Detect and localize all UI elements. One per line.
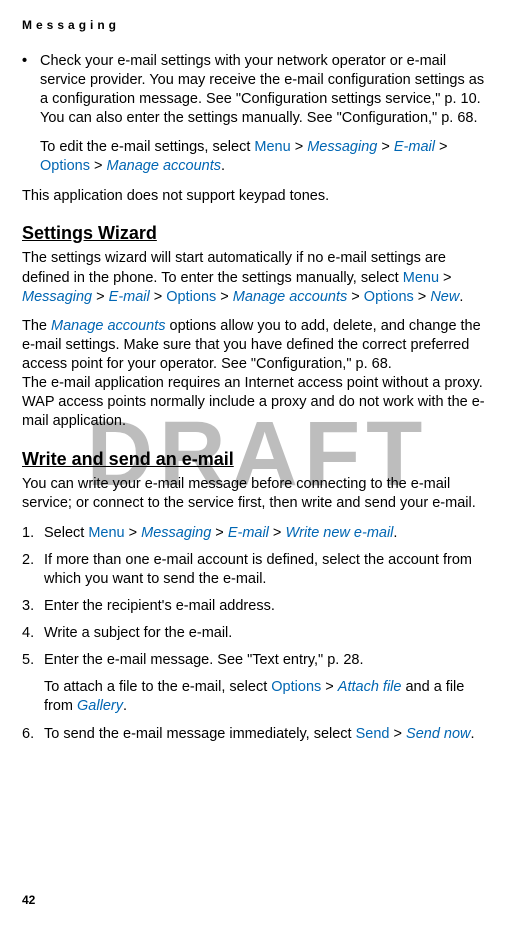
text: To attach a file to the e-mail, select: [44, 679, 271, 695]
bullet-marker: •: [22, 52, 40, 129]
text: >: [150, 289, 167, 305]
list-item: 5. Enter the e-mail message. See "Text e…: [22, 651, 493, 670]
write-new-email-link: Write new e-mail: [285, 525, 393, 541]
list-item: 3. Enter the recipient's e-mail address.: [22, 597, 493, 616]
list-item: 6. To send the e-mail message immediatel…: [22, 725, 493, 744]
options-link: Options: [271, 679, 321, 695]
manage-accounts-link: Manage accounts: [51, 318, 165, 334]
options-link: Options: [166, 289, 216, 305]
text: >: [435, 139, 448, 155]
edit-settings-paragraph: To edit the e-mail settings, select Menu…: [22, 138, 493, 176]
email-link: E-mail: [228, 525, 269, 541]
text: .: [393, 525, 397, 541]
text: Select: [44, 525, 88, 541]
text: >: [269, 525, 286, 541]
text: The: [22, 318, 51, 334]
new-link: New: [430, 289, 459, 305]
messaging-link: Messaging: [307, 139, 377, 155]
text: >: [211, 525, 228, 541]
text: >: [414, 289, 431, 305]
send-link: Send: [356, 726, 390, 742]
list-body: Enter the recipient's e-mail address.: [44, 597, 493, 616]
manage-accounts-link: Manage accounts: [107, 158, 221, 174]
list-number: 2.: [22, 551, 44, 589]
settings-wizard-heading: Settings Wizard: [22, 222, 493, 246]
no-keypad-text: This application does not support keypad…: [22, 187, 493, 206]
page-number: 42: [22, 893, 35, 907]
list-number: 3.: [22, 597, 44, 616]
list-body: Write a subject for the e-mail.: [44, 624, 493, 643]
options-link: Options: [364, 289, 414, 305]
text: >: [216, 289, 233, 305]
list-body: Enter the e-mail message. See "Text entr…: [44, 651, 493, 670]
attach-file-link: Attach file: [338, 679, 402, 695]
messaging-link: Messaging: [22, 289, 92, 305]
list-item: 4. Write a subject for the e-mail.: [22, 624, 493, 643]
text: .: [459, 289, 463, 305]
list-body: If more than one e-mail account is defin…: [44, 551, 493, 589]
bullet-item: • Check your e-mail settings with your n…: [22, 52, 493, 129]
wizard-paragraph-1: The settings wizard will start automatic…: [22, 249, 493, 306]
write-intro: You can write your e-mail message before…: [22, 475, 493, 513]
running-header: Messaging: [22, 18, 493, 34]
text: The settings wizard will start automatic…: [22, 250, 446, 285]
send-now-link: Send now: [406, 726, 471, 742]
menu-link: Menu: [88, 525, 124, 541]
list-body: To send the e-mail message immediately, …: [44, 725, 493, 744]
options-link: Options: [40, 158, 90, 174]
text: >: [90, 158, 107, 174]
email-link: E-mail: [394, 139, 435, 155]
list-item: 2. If more than one e-mail account is de…: [22, 551, 493, 589]
gallery-link: Gallery: [77, 698, 123, 714]
menu-link: Menu: [403, 270, 439, 286]
wizard-paragraph-3: The e-mail application requires an Inter…: [22, 374, 493, 431]
text: .: [123, 698, 127, 714]
text: >: [390, 726, 407, 742]
text: >: [321, 679, 338, 695]
text: To edit the e-mail settings, select: [40, 139, 254, 155]
text: >: [291, 139, 308, 155]
menu-link: Menu: [254, 139, 290, 155]
list-number: 1.: [22, 524, 44, 543]
write-send-heading: Write and send an e-mail: [22, 448, 493, 472]
messaging-link: Messaging: [141, 525, 211, 541]
attach-file-paragraph: To attach a file to the e-mail, select O…: [22, 678, 493, 716]
wizard-paragraph-2: The Manage accounts options allow you to…: [22, 317, 493, 374]
text: .: [221, 158, 225, 174]
text: To send the e-mail message immediately, …: [44, 726, 356, 742]
text: .: [471, 726, 475, 742]
list-body: Select Menu > Messaging > E-mail > Write…: [44, 524, 493, 543]
list-number: 5.: [22, 651, 44, 670]
list-number: 6.: [22, 725, 44, 744]
page-content: Messaging • Check your e-mail settings w…: [22, 18, 493, 744]
text: >: [347, 289, 364, 305]
text: >: [439, 270, 452, 286]
email-link: E-mail: [109, 289, 150, 305]
text: >: [377, 139, 394, 155]
text: >: [92, 289, 109, 305]
manage-accounts-link: Manage accounts: [233, 289, 347, 305]
text: >: [125, 525, 142, 541]
list-number: 4.: [22, 624, 44, 643]
list-item: 1. Select Menu > Messaging > E-mail > Wr…: [22, 524, 493, 543]
bullet-text: Check your e-mail settings with your net…: [40, 52, 493, 129]
